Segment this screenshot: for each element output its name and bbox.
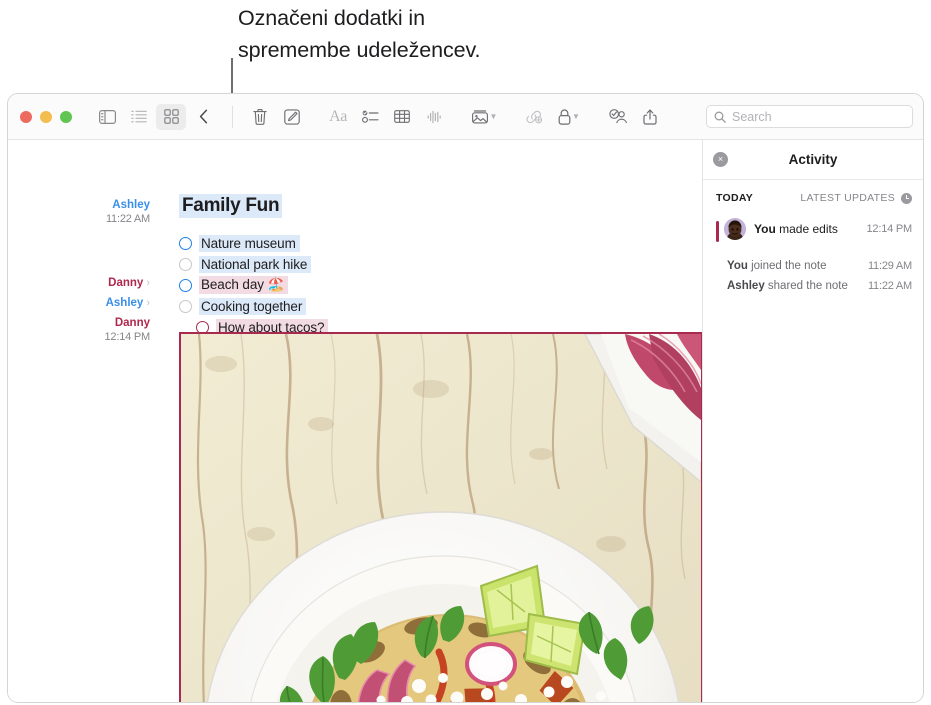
checkbox-circle-icon[interactable] <box>179 278 192 292</box>
checklist-item[interactable]: Nature museum <box>179 233 519 253</box>
media-chevron-down-icon[interactable]: ▼ <box>490 112 498 121</box>
checkbox-circle-icon[interactable] <box>179 257 192 271</box>
activity-entry[interactable]: You joined the note 11:29 AM <box>703 256 923 276</box>
activity-entry-list: You joined the note 11:29 AM Ashley shared… <box>703 256 923 296</box>
checklist: Nature museum National park hike Beach day… <box>179 233 519 338</box>
close-window-button[interactable] <box>20 110 32 123</box>
format-text-icon[interactable]: Aa <box>323 104 353 130</box>
activity-latest-updates-label: LATEST UPDATES <box>800 192 895 204</box>
attribution-time: 11:22 AM <box>105 213 150 225</box>
note-content: Family Fun Nature museum National park hi… <box>165 140 702 702</box>
activity-entry-actor: You <box>727 260 748 272</box>
activity-entry-text: Ashley shared the note <box>727 280 848 292</box>
attribution-name: Danny <box>108 277 144 289</box>
activity-header: × Activity <box>703 140 923 180</box>
activity-entry-action: shared the note <box>764 280 848 292</box>
sidebar-toggle-icon[interactable] <box>92 104 122 130</box>
checklist-icon[interactable] <box>355 104 385 130</box>
attribution-ashley-0[interactable]: Ashley 11:22 AM <box>106 198 150 226</box>
checklist-item-label: Cooking together <box>199 297 307 315</box>
minimize-window-button[interactable] <box>40 110 52 123</box>
attribution-danny-1[interactable]: Danny › <box>108 276 150 290</box>
media-icon[interactable]: ▼ <box>465 104 503 130</box>
compose-note-icon[interactable] <box>277 104 307 130</box>
lock-icon[interactable]: ▼ <box>551 104 587 130</box>
activity-today-label: TODAY <box>716 192 754 204</box>
checklist-item[interactable]: Beach day 🏖️ <box>179 275 519 295</box>
note-title[interactable]: Family Fun <box>179 194 283 218</box>
attribution-name: Danny <box>114 317 150 329</box>
checklist-item[interactable]: Cooking together <box>179 296 519 316</box>
audio-waveform-icon[interactable] <box>419 104 449 130</box>
chevron-right-icon[interactable]: › <box>146 297 150 309</box>
toolbar-divider <box>232 105 233 128</box>
activity-subheader: TODAY LATEST UPDATES <box>703 180 923 212</box>
clock-icon <box>901 192 912 204</box>
window-controls <box>20 110 72 123</box>
close-activity-icon[interactable]: × <box>713 152 728 167</box>
collaborate-icon[interactable] <box>603 104 633 130</box>
avatar <box>724 218 746 240</box>
list-view-icon[interactable] <box>124 104 154 130</box>
window-body: Ashley 11:22 AM Danny › Ashley › Danny 12:14 PM… <box>8 140 923 702</box>
checklist-item-label: Beach day 🏖️ <box>199 276 289 294</box>
activity-sidebar: × Activity TODAY LATEST UPDATES You made… <box>702 140 923 702</box>
activity-main-action: made edits <box>775 222 838 236</box>
attribution-ashley-2[interactable]: Ashley › <box>106 296 150 310</box>
checklist-item[interactable]: National park hike <box>179 254 519 274</box>
checkbox-circle-icon[interactable] <box>179 236 192 250</box>
attribution-time: 12:14 PM <box>104 331 151 343</box>
maximize-window-button[interactable] <box>60 110 72 123</box>
checkbox-circle-icon[interactable] <box>179 299 192 313</box>
attribution-name: Ashley <box>105 297 144 309</box>
activity-entry[interactable]: Ashley shared the note 11:22 AM <box>703 276 923 296</box>
attribution-name: Ashley <box>112 199 150 211</box>
format-aa-label: Aa <box>329 107 347 125</box>
trash-icon[interactable] <box>245 104 275 130</box>
lock-chevron-down-icon[interactable]: ▼ <box>572 112 580 121</box>
activity-entry-time: 11:22 AM <box>867 280 912 292</box>
checklist-item-label: Nature museum <box>199 234 300 252</box>
search-icon <box>714 111 726 123</box>
activity-main-text: You made edits <box>754 222 838 236</box>
checklist-item-label: National park hike <box>199 255 312 273</box>
back-chevron-icon[interactable] <box>188 104 218 130</box>
toolbar: Aa ▼ ▼ Search <box>8 94 923 140</box>
share-icon[interactable] <box>635 104 665 130</box>
activity-entry-text: You joined the note <box>727 260 827 272</box>
activity-title: Activity <box>788 152 838 167</box>
activity-entry-time: 11:29 AM <box>867 260 912 272</box>
activity-entry-action: joined the note <box>747 260 827 272</box>
search-placeholder: Search <box>732 109 772 124</box>
activity-unread-bar <box>716 221 719 242</box>
add-link-icon[interactable] <box>519 104 549 130</box>
attribution-danny-3[interactable]: Danny 12:14 PM <box>104 316 151 344</box>
activity-entry-actor: Ashley <box>727 280 765 292</box>
search-field[interactable]: Search <box>706 105 913 128</box>
attribution-gutter: Ashley 11:22 AM Danny › Ashley › Danny 12:14 PM <box>8 140 163 702</box>
activity-main-time: 12:14 PM <box>866 223 913 235</box>
chevron-right-icon[interactable]: › <box>146 277 150 289</box>
activity-main-actor: You <box>754 222 776 236</box>
callout-text: Označeni dodatki in spremembe udeležence… <box>238 6 481 62</box>
note-photo[interactable] <box>179 332 702 702</box>
activity-main-entry[interactable]: You made edits 12:14 PM <box>703 212 923 246</box>
notes-window: Aa ▼ ▼ Search Ashley 11:22 AM Danny › As… <box>7 93 924 703</box>
gallery-view-icon[interactable] <box>156 103 186 130</box>
table-icon[interactable] <box>387 104 417 130</box>
note-pane: Ashley 11:22 AM Danny › Ashley › Danny 12:14 PM… <box>8 140 702 702</box>
